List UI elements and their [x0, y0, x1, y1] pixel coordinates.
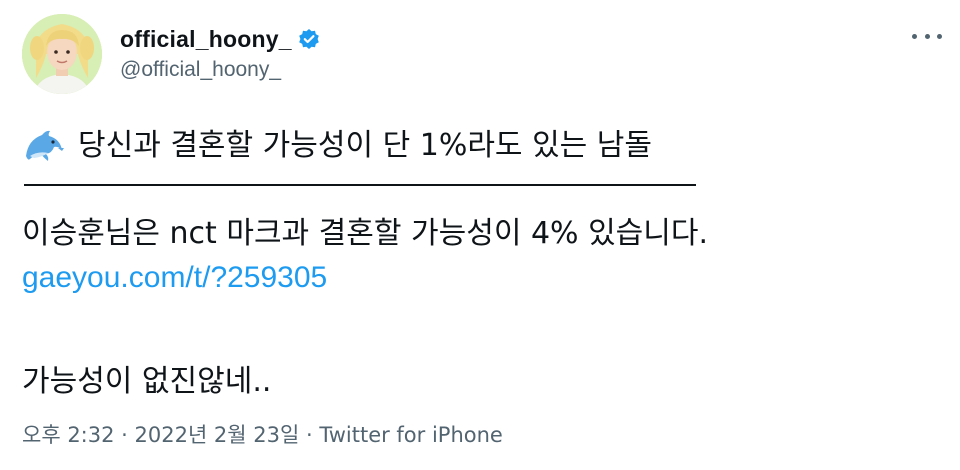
author-handle[interactable]: @official_hoony_	[120, 58, 281, 82]
tweet-line-1-text: 당신과 결혼할 가능성이 단 1%라도 있는 남돌	[78, 128, 653, 163]
dot	[924, 33, 930, 39]
tweet-line-3: 가능성이 없진않네..	[22, 364, 272, 399]
tweet-line-1: 당신과 결혼할 가능성이 단 1%라도 있는 남돌	[22, 126, 652, 166]
tweet-link[interactable]: gaeyou.com/t/?259305	[22, 258, 327, 298]
tweet-line-2: 이승훈님은 nct 마크과 결혼할 가능성이 4% 있습니다.	[22, 216, 709, 251]
dot	[937, 33, 942, 39]
dot	[912, 33, 917, 39]
verified-badge-icon	[298, 28, 320, 50]
divider-line	[24, 184, 696, 186]
avatar[interactable]	[22, 14, 102, 94]
author-display-name[interactable]: official_hoony_	[120, 26, 292, 53]
more-dots-icon[interactable]	[912, 24, 942, 48]
dolphin-icon	[22, 126, 66, 166]
tweet-card: official_hoony_ @official_hoony_ 당신과 결혼할…	[0, 0, 960, 470]
tweet-timestamp-source[interactable]: 오후 2:32 · 2022년 2월 23일 · Twitter for iPh…	[22, 420, 503, 450]
author-name-row[interactable]: official_hoony_	[120, 24, 320, 54]
